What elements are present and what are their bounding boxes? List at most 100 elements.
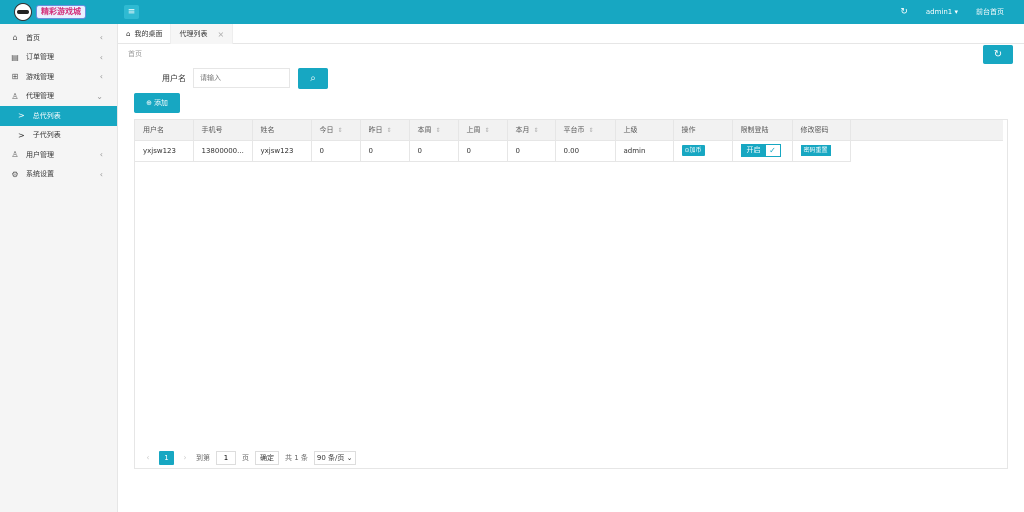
refresh-button[interactable]: ↻ — [983, 45, 1013, 64]
sidebar: ⌂ 首页 ‹ ▤ 订单管理 ‹ ⊞ 游戏管理 ‹ ♙ 代理管理 ⌄ > 总代列表… — [0, 24, 118, 512]
reset-password-button[interactable]: 密码重置 — [800, 145, 831, 156]
search-form: 用户名 ⌕ — [118, 66, 518, 89]
page-unit-label: 页 — [242, 453, 249, 462]
col-last-week[interactable]: 上周 ⇕ — [458, 120, 508, 141]
switch-on-label: 开启 — [741, 145, 766, 156]
panda-logo-icon — [14, 3, 32, 21]
sidebar-item-sub-agents[interactable]: > 子代列表 — [0, 126, 117, 146]
chevron-left-icon: ‹ — [99, 150, 103, 160]
close-icon[interactable]: × — [217, 30, 224, 39]
cell-yesterday: 0 — [360, 140, 410, 162]
col-name: 姓名 — [252, 120, 312, 141]
cell-last-week: 0 — [458, 140, 508, 162]
tab-bar: ⌂ 我的桌面 代理列表 × — [118, 24, 1024, 44]
sidebar-item-orders[interactable]: ▤ 订单管理 ‹ — [0, 48, 117, 68]
refresh-icon[interactable]: ↻ — [900, 7, 908, 17]
username-search-input[interactable] — [193, 68, 290, 88]
col-change-password: 修改密码 — [792, 120, 851, 141]
cell-spacer — [850, 140, 1003, 161]
add-button-label: 添加 — [153, 99, 168, 107]
user-icon: ♙ — [11, 150, 19, 160]
sidebar-item-label: 代理管理 — [26, 92, 54, 101]
col-username: 用户名 — [135, 120, 194, 141]
table-row: yxjsw123 13800000... yxjsw123 0 0 0 0 0 … — [135, 140, 1003, 162]
user-menu[interactable]: admin1 ▾ — [926, 8, 958, 16]
next-page-icon[interactable]: › — [180, 453, 190, 462]
sidebar-item-label: 游戏管理 — [26, 72, 54, 81]
cell-name: yxjsw123 — [252, 140, 312, 162]
sort-icon: ⇕ — [337, 126, 343, 134]
chevron-left-icon: ‹ — [99, 52, 103, 62]
sidebar-item-label: 系统设置 — [26, 170, 54, 179]
sort-icon: ⇕ — [533, 126, 539, 134]
plus-circle-icon: ⊕ — [146, 99, 152, 107]
user-icon: ♙ — [11, 91, 19, 101]
agent-table: 用户名 手机号 姓名 今日 ⇕ 昨日 ⇕ 本周 ⇕ 上周 ⇕ 本月 ⇕ 平台币 ⇕ 上级 操… — [134, 119, 1008, 469]
chevron-left-icon: ‹ — [99, 72, 103, 82]
col-action: 操作 — [673, 120, 733, 141]
chevron-right-icon: > — [18, 111, 25, 121]
goto-confirm-button[interactable]: 确定 — [255, 450, 279, 465]
per-page-select[interactable]: 90 条/页 ⌄ — [313, 450, 356, 465]
cell-parent: admin — [615, 140, 674, 162]
order-icon: ▤ — [11, 52, 19, 62]
cell-phone: 13800000... — [193, 140, 253, 162]
page-number[interactable]: 1 — [159, 450, 174, 465]
username-label: 用户名 — [162, 74, 186, 83]
sidebar-item-agents[interactable]: ♙ 代理管理 ⌄ — [0, 87, 117, 107]
col-coins[interactable]: 平台币 ⇕ — [555, 120, 616, 141]
goto-label: 到第 — [196, 453, 210, 462]
main-content: 用户名 ⌕ ⊕ 添加 用户名 手机号 姓名 今日⇕ 昨日⇕ 本周⇕ 上周⇕ 本月… — [118, 64, 1024, 512]
col-parent: 上级 — [615, 120, 674, 141]
cell-this-week: 0 — [409, 140, 459, 162]
sort-icon: ⇕ — [588, 126, 594, 134]
check-icon: ✓ — [765, 145, 780, 156]
sort-icon: ⇕ — [435, 126, 441, 134]
col-this-week[interactable]: 本周 ⇕ — [409, 120, 459, 141]
sidebar-item-users[interactable]: ♙ 用户管理 ‹ — [0, 145, 117, 165]
goto-page-input[interactable] — [216, 450, 236, 465]
chevron-down-icon: ⌄ — [96, 91, 103, 101]
sort-icon: ⇕ — [484, 126, 490, 134]
tab-label: 代理列表 — [179, 30, 208, 38]
cell-this-month: 0 — [507, 140, 556, 162]
sidebar-item-label: 总代列表 — [32, 111, 61, 120]
limit-login-switch[interactable]: 开启 ✓ — [740, 144, 781, 157]
col-today[interactable]: 今日 ⇕ — [311, 120, 361, 141]
top-bar: 精彩游戏城 ≡ ↻ admin1 ▾ 前台首页 — [0, 0, 1024, 24]
cell-coins: 0.00 — [555, 140, 616, 162]
home-icon: ⌂ — [126, 30, 131, 38]
col-this-month[interactable]: 本月 ⇕ — [507, 120, 556, 141]
sidebar-item-label: 订单管理 — [26, 53, 54, 62]
breadcrumb[interactable]: 首页 — [128, 49, 142, 59]
cell-username: yxjsw123 — [135, 140, 194, 162]
add-coins-button[interactable]: ⊙加币 — [681, 145, 705, 156]
sidebar-item-general-agents[interactable]: > 总代列表 — [0, 106, 117, 126]
sidebar-item-label: 用户管理 — [26, 150, 54, 159]
col-yesterday[interactable]: 昨日 ⇕ — [360, 120, 410, 141]
cell-action: ⊙加币 — [673, 140, 733, 162]
cell-today: 0 — [311, 140, 361, 162]
tab-agent-list[interactable]: 代理列表 × — [171, 24, 234, 44]
pagination: ‹ 1 › 到第 页 确定 共 1 条 90 条/页 ⌄ — [134, 447, 1008, 469]
sidebar-item-label: 首页 — [26, 33, 40, 42]
cell-limit-login: 开启 ✓ — [732, 140, 793, 162]
cell-change-password: 密码重置 — [792, 140, 851, 162]
hamburger-icon[interactable]: ≡ — [124, 5, 139, 19]
prev-page-icon[interactable]: ‹ — [143, 453, 153, 462]
total-count: 共 1 条 — [285, 453, 308, 462]
sidebar-item-games[interactable]: ⊞ 游戏管理 ‹ — [0, 67, 117, 87]
add-button[interactable]: ⊕ 添加 — [134, 93, 180, 113]
sidebar-item-settings[interactable]: ⚙ 系统设置 ‹ — [0, 165, 117, 185]
search-button[interactable]: ⌕ — [298, 68, 328, 89]
logo-text: 精彩游戏城 — [36, 5, 86, 19]
home-icon: ⌂ — [12, 33, 18, 43]
front-page-link[interactable]: 前台首页 — [976, 7, 1004, 17]
col-phone: 手机号 — [193, 120, 253, 141]
logo[interactable]: 精彩游戏城 — [0, 0, 118, 24]
breadcrumb-bar: 首页 ↻ — [118, 44, 1024, 64]
table-header-row: 用户名 手机号 姓名 今日 ⇕ 昨日 ⇕ 本周 ⇕ 上周 ⇕ 本月 ⇕ 平台币 ⇕ 上级 操… — [135, 120, 1003, 141]
tab-desktop[interactable]: ⌂ 我的桌面 — [118, 24, 172, 44]
sort-icon: ⇕ — [386, 126, 392, 134]
sidebar-item-home[interactable]: ⌂ 首页 ‹ — [0, 28, 117, 48]
